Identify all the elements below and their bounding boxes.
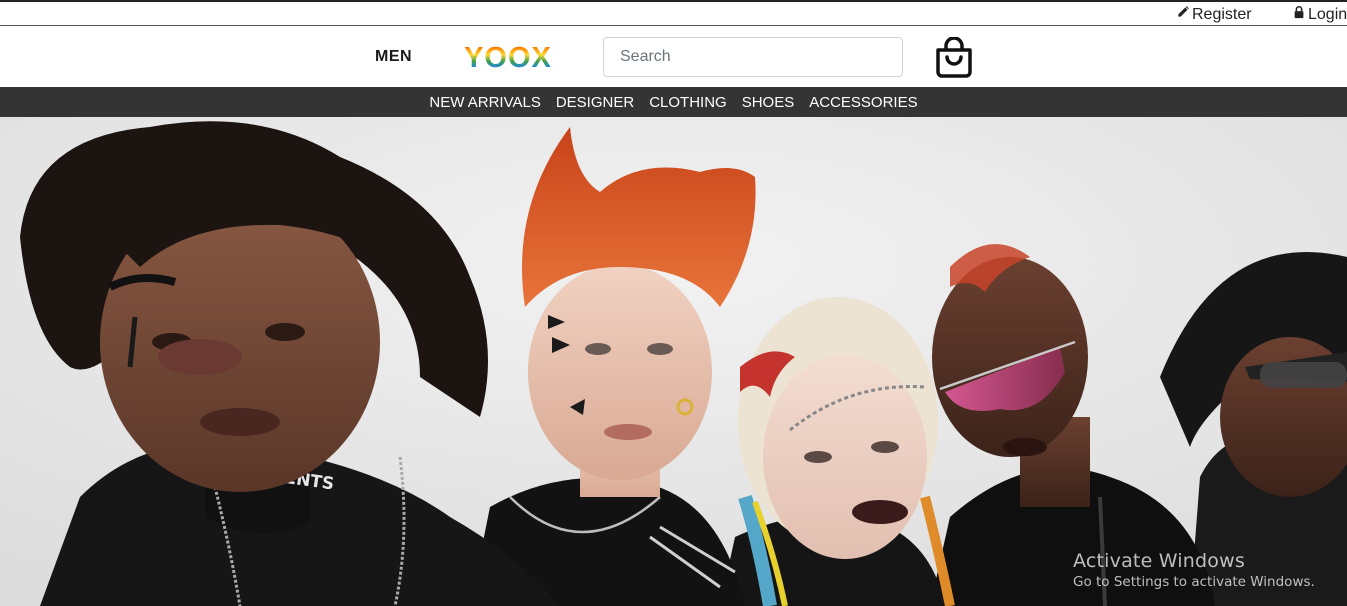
logo-text: YOOX (464, 42, 552, 74)
shopping-bag-icon[interactable] (934, 37, 974, 79)
login-link[interactable]: Login (1292, 5, 1347, 24)
login-label: Login (1308, 6, 1347, 23)
men-category-link[interactable]: MEN (375, 48, 412, 66)
activate-windows-watermark: Activate Windows Go to Settings to activ… (1073, 550, 1315, 590)
hero-image: VETEMENTS (0, 117, 1347, 606)
hero-banner[interactable]: VETEMENTS (0, 117, 1347, 606)
register-link[interactable]: Register (1176, 5, 1252, 24)
nav-shoes[interactable]: SHOES (742, 94, 795, 111)
utility-bar: Register Login (0, 2, 1347, 26)
nav-clothing[interactable]: CLOTHING (649, 94, 727, 111)
lock-icon (1294, 6, 1304, 19)
register-label: Register (1192, 6, 1252, 23)
pencil-icon (1178, 6, 1189, 17)
nav-designer[interactable]: DESIGNER (556, 94, 634, 111)
watermark-subtitle: Go to Settings to activate Windows. (1073, 574, 1315, 590)
nav-accessories[interactable]: ACCESSORIES (809, 94, 917, 111)
search-input[interactable] (603, 37, 903, 77)
watermark-title: Activate Windows (1073, 550, 1245, 572)
nav-new-arrivals[interactable]: NEW ARRIVALS (429, 94, 540, 111)
yoox-logo[interactable]: YOOX (460, 40, 556, 74)
category-nav: NEW ARRIVALS DESIGNER CLOTHING SHOES ACC… (0, 87, 1347, 117)
header: MEN YOOX (0, 27, 1347, 87)
